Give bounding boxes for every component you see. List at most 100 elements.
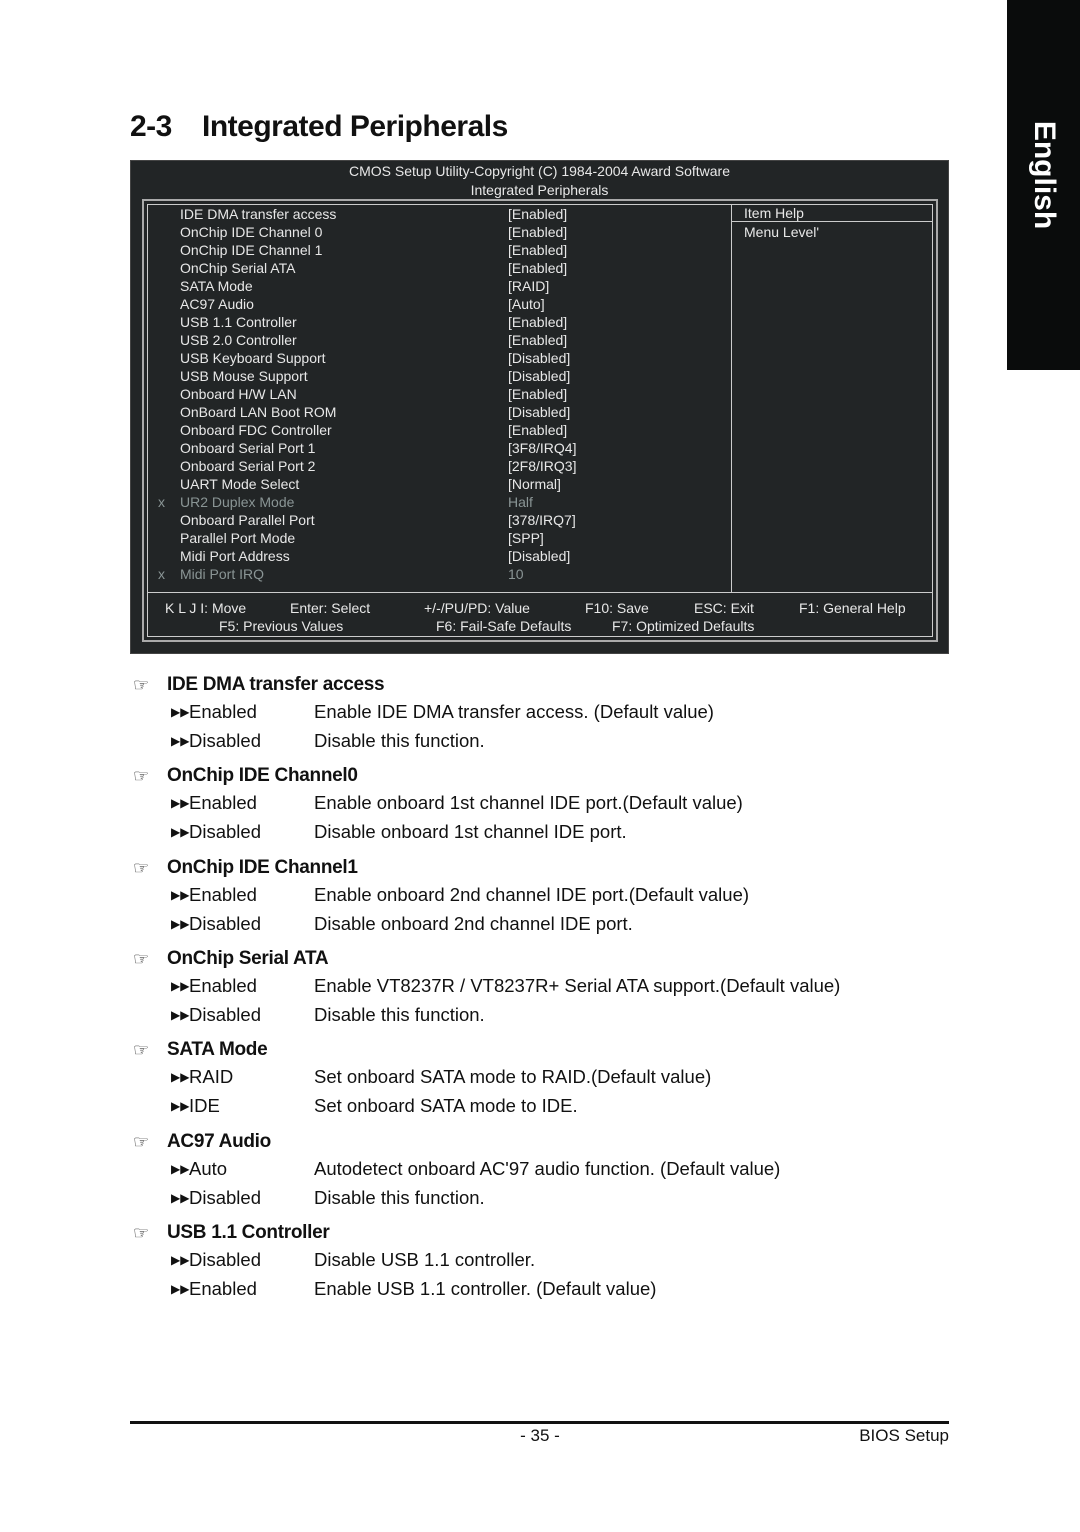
option-section: ☞ OnChip IDE Channel1 ▶▶ Enabled Enable onbo… bbox=[133, 855, 749, 939]
pointing-hand-icon: ☞ bbox=[133, 1223, 149, 1243]
option-description: Disable onboard 2nd channel IDE port. bbox=[314, 912, 633, 934]
bios-item-value[interactable]: [Enabled] bbox=[508, 331, 567, 349]
bios-item: x UR2 Duplex Mode Half bbox=[148, 493, 728, 511]
bios-item-value[interactable]: [Enabled] bbox=[508, 313, 567, 331]
bios-item[interactable]: Onboard Parallel Port [378/IRQ7] bbox=[148, 511, 728, 529]
double-arrow-right-icon: ▶▶ bbox=[171, 916, 190, 931]
option-description: Disable this function. bbox=[314, 729, 485, 751]
section-heading: ☞ OnChip IDE Channel1 bbox=[133, 855, 358, 881]
option-row: ▶▶ Disabled Disable onboard 2nd channel ID… bbox=[133, 910, 633, 939]
option-row: ▶▶ Enabled Enable IDE DMA transfer access.… bbox=[133, 698, 714, 727]
option-section: ☞ OnChip Serial ATA ▶▶ Enabled Enable VT8237… bbox=[133, 946, 840, 1030]
option-name: Disabled bbox=[189, 1186, 261, 1208]
section-heading-text: OnChip IDE Channel0 bbox=[167, 765, 358, 786]
option-section: ☞ OnChip IDE Channel0 ▶▶ Enabled Enable onbo… bbox=[133, 763, 743, 846]
bios-item-label: USB 2.0 Controller bbox=[180, 332, 297, 348]
bios-item-label: Parallel Port Mode bbox=[180, 530, 296, 546]
bios-header-copyright: CMOS Setup Utility-Copyright (C) 1984-20… bbox=[348, 163, 730, 179]
bios-item-value[interactable]: [SPP] bbox=[508, 529, 544, 547]
double-arrow-right-icon: ▶▶ bbox=[171, 888, 190, 902]
key-exit: ESC: Exit bbox=[694, 600, 754, 616]
bios-item[interactable]: USB 1.1 Controller [Enabled] bbox=[148, 313, 728, 331]
bios-item-value[interactable]: [Enabled] bbox=[508, 421, 567, 439]
pointing-hand-icon: ☞ bbox=[133, 1040, 149, 1060]
bios-item-label: AC97 Audio bbox=[180, 296, 254, 312]
bios-item[interactable]: USB 2.0 Controller [Enabled] bbox=[148, 331, 728, 349]
bios-item[interactable]: OnBoard LAN Boot ROM [Disabled] bbox=[148, 403, 728, 421]
option-description: Set onboard SATA mode to RAID.(Default v… bbox=[314, 1066, 712, 1087]
double-arrow-right-icon: ▶▶ bbox=[171, 1162, 190, 1176]
key-value: +/-/PU/PD: Value bbox=[424, 600, 530, 616]
bios-item[interactable]: Onboard Serial Port 1 [3F8/IRQ4] bbox=[148, 439, 728, 457]
option-description: Enable onboard 1st channel IDE port.(Def… bbox=[314, 792, 743, 813]
page-title: 2-3 Integrated Peripherals bbox=[130, 110, 508, 144]
option-name: Disabled bbox=[189, 729, 261, 751]
bios-item[interactable]: Parallel Port Mode [SPP] bbox=[148, 529, 728, 547]
bios-item[interactable]: Onboard FDC Controller [Enabled] bbox=[148, 421, 728, 439]
bios-item-value[interactable]: [Normal] bbox=[508, 475, 561, 493]
bios-item-value[interactable]: [Auto] bbox=[508, 295, 545, 313]
option-description: Enable onboard 2nd channel IDE port.(Def… bbox=[314, 884, 750, 905]
bios-item[interactable]: USB Keyboard Support [Disabled] bbox=[148, 349, 728, 367]
pointing-hand-icon: ☞ bbox=[133, 675, 149, 695]
section-heading-text: OnChip Serial ATA bbox=[167, 948, 329, 969]
key-select: Enter: Select bbox=[290, 600, 371, 616]
bios-item[interactable]: OnChip IDE Channel 1 [Enabled] bbox=[148, 241, 728, 259]
double-arrow-right-icon: ▶▶ bbox=[171, 1070, 190, 1084]
double-arrow-right-icon: ▶▶ bbox=[171, 1098, 190, 1113]
bios-item-value[interactable]: [2F8/IRQ3] bbox=[508, 457, 576, 475]
section-heading: ☞ IDE DMA transfer access bbox=[133, 672, 385, 698]
bios-item-label: Midi Port Address bbox=[180, 548, 290, 564]
option-row: ▶▶ Enabled Enable USB 1.1 controller. (Def… bbox=[133, 1275, 656, 1304]
bios-item-value[interactable]: [RAID] bbox=[508, 277, 549, 295]
footer-rule bbox=[130, 1421, 949, 1424]
item-help-text: Menu Level' bbox=[744, 224, 820, 240]
bios-item-value[interactable]: [Enabled] bbox=[508, 223, 567, 241]
option-section: ☞ SATA Mode ▶▶ RAID Set onboard SATA mode to… bbox=[133, 1037, 711, 1120]
bios-item[interactable]: OnChip IDE Channel 0 [Enabled] bbox=[148, 223, 728, 241]
bios-item[interactable]: Midi Port Address [Disabled] bbox=[148, 547, 728, 565]
bios-item-value[interactable]: [Disabled] bbox=[508, 547, 570, 565]
option-section: ☞ AC97 Audio ▶▶ Auto Autodetect onboard AC'9… bbox=[133, 1129, 780, 1212]
option-name: IDE bbox=[189, 1094, 220, 1116]
bios-item[interactable]: USB Mouse Support [Disabled] bbox=[148, 367, 728, 385]
pointing-hand-icon: ☞ bbox=[133, 949, 149, 969]
option-name: Disabled bbox=[189, 820, 261, 842]
bios-item-value: 10 bbox=[508, 566, 524, 582]
bios-item-label: SATA Mode bbox=[180, 278, 253, 294]
footer-chapter: BIOS Setup bbox=[859, 1426, 949, 1445]
bios-item[interactable]: OnChip Serial ATA [Enabled] bbox=[148, 259, 728, 277]
language-label: English bbox=[1027, 120, 1061, 230]
bios-item[interactable]: Onboard Serial Port 2 [2F8/IRQ3] bbox=[148, 457, 728, 475]
bios-item[interactable]: Onboard H/W LAN [Enabled] bbox=[148, 385, 728, 403]
bios-item-label: Onboard Serial Port 1 bbox=[180, 440, 316, 456]
bios-item-value[interactable]: [Disabled] bbox=[508, 367, 570, 385]
bios-item: x Midi Port IRQ 10 bbox=[148, 565, 728, 583]
bios-item-value[interactable]: [378/IRQ7] bbox=[508, 511, 576, 529]
bios-frame: IDE DMA transfer access [Enabled] OnChip I… bbox=[142, 199, 938, 642]
bios-item[interactable]: IDE DMA transfer access [Enabled] bbox=[148, 205, 728, 223]
double-arrow-right-icon: ▶▶ bbox=[171, 1253, 190, 1267]
option-description: Disable this function. bbox=[314, 1186, 485, 1208]
bios-item-value[interactable]: [Disabled] bbox=[508, 349, 570, 367]
double-arrow-right-icon: ▶▶ bbox=[171, 1281, 190, 1296]
option-row: ▶▶ Enabled Enable VT8237R / VT8237R+ Seria… bbox=[133, 972, 840, 1001]
option-description: Enable IDE DMA transfer access. (Default… bbox=[314, 701, 714, 722]
bios-item-value[interactable]: [3F8/IRQ4] bbox=[508, 439, 576, 457]
bios-item-value[interactable]: [Enabled] bbox=[508, 241, 567, 259]
bios-item[interactable]: SATA Mode [RAID] bbox=[148, 277, 728, 295]
pointing-hand-icon: ☞ bbox=[133, 858, 149, 878]
bios-item-value[interactable]: [Enabled] bbox=[508, 259, 567, 277]
disabled-marker: x bbox=[158, 494, 165, 510]
bios-item[interactable]: UART Mode Select [Normal] bbox=[148, 475, 728, 493]
bios-item-value[interactable]: [Enabled] bbox=[508, 205, 567, 223]
option-name: Enabled bbox=[189, 701, 257, 722]
bios-item[interactable]: AC97 Audio [Auto] bbox=[148, 295, 728, 313]
bios-item-label: USB Keyboard Support bbox=[180, 350, 326, 366]
section-heading: ☞ OnChip IDE Channel0 bbox=[133, 763, 358, 789]
option-row: ▶▶ Disabled Disable this function. bbox=[133, 1001, 485, 1030]
option-name: Enabled bbox=[189, 975, 257, 996]
bios-item-value[interactable]: [Enabled] bbox=[508, 385, 567, 403]
bios-item-value[interactable]: [Disabled] bbox=[508, 403, 570, 421]
option-section: ☞ IDE DMA transfer access ▶▶ Enabled Enable … bbox=[133, 672, 714, 755]
